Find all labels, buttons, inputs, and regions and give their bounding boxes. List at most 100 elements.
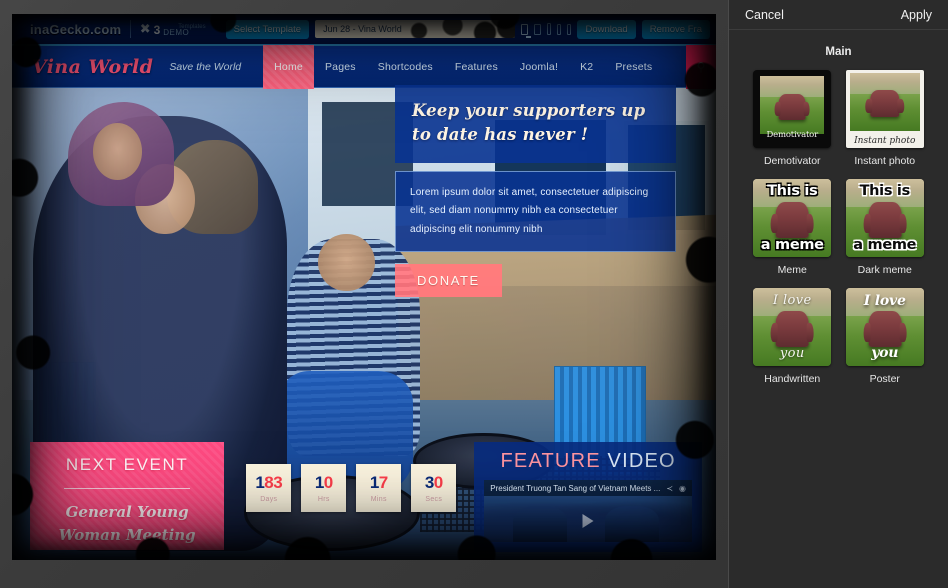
armchair xyxy=(863,202,907,239)
effect-label: Demotivator xyxy=(763,155,821,167)
effect-label: Dark meme xyxy=(857,264,912,276)
effect-preview-caption-top: This is xyxy=(859,182,911,199)
feature-video-title: FEATURE VIDEO xyxy=(484,450,692,473)
phone-portrait-view-icon[interactable] xyxy=(567,23,572,35)
effect-thumbnail[interactable]: I love you xyxy=(753,288,832,366)
divider xyxy=(64,488,191,489)
countdown-days-value: 183 xyxy=(255,472,283,492)
photo-content: inaGecko.com ✖ 3 DEMO Templates Select T… xyxy=(12,14,716,560)
effect-preview-caption-bottom: you xyxy=(871,345,899,362)
next-event-panel: NEXT EVENT General Young Woman Meeting xyxy=(30,442,225,550)
menu-item-features[interactable]: Features xyxy=(444,45,509,89)
site-navigation: Vina World Save the World Home Pages Sho… xyxy=(12,44,716,89)
effect-item-meme[interactable]: This is a meme Meme xyxy=(751,179,834,276)
section-title: Main xyxy=(825,46,852,58)
video-title-bar: President Truong Tan Sang of Vietnam Mee… xyxy=(484,480,692,496)
thumbnail-image xyxy=(849,73,920,131)
joomla-demo-toolbar: inaGecko.com ✖ 3 DEMO Templates Select T… xyxy=(12,14,716,44)
countdown-hours-label: Hrs xyxy=(317,495,330,503)
desktop-view-icon[interactable] xyxy=(521,23,531,38)
hero-body-text: Lorem ipsum dolor sit amet, consectetuer… xyxy=(395,170,676,253)
bottom-strip: NEXT EVENT General Young Woman Meeting 1… xyxy=(12,442,716,560)
countdown-minutes-label: Mins xyxy=(370,495,387,503)
person-right xyxy=(604,506,659,542)
effect-item-instant-photo[interactable]: Instant photo Instant photo xyxy=(844,70,927,167)
effect-item-demotivator[interactable]: Demotivator Demotivator xyxy=(751,70,834,167)
remove-frame-button[interactable]: Remove Fra xyxy=(641,19,710,39)
demo-logo: inaGecko.com xyxy=(30,21,122,37)
countdown-hours-value: 10 xyxy=(314,472,333,492)
site-tagline: Save the World xyxy=(169,60,242,73)
child-face xyxy=(92,123,143,181)
hero-copy-block: Keep your supporters up to date has neve… xyxy=(395,85,676,298)
feature-video-panel: FEATURE VIDEO President Truong Tan Sang … xyxy=(474,442,702,552)
effect-item-poster[interactable]: I love you Poster xyxy=(844,288,927,385)
feature-video-title-a: FEATURE xyxy=(500,450,601,472)
effect-item-handwritten[interactable]: I love you Handwritten xyxy=(751,288,834,385)
effect-preview-caption-top: I love xyxy=(863,292,906,309)
seated-man-face xyxy=(318,234,375,291)
video-player[interactable]: President Truong Tan Sang of Vietnam Mee… xyxy=(484,480,692,542)
effect-preview-caption-top: This is xyxy=(767,182,818,199)
effect-label: Poster xyxy=(869,373,900,385)
editor-canvas: inaGecko.com ✖ 3 DEMO Templates Select T… xyxy=(0,0,728,588)
play-icon[interactable] xyxy=(582,514,594,529)
video-title: President Truong Tan Sang of Vietnam Mee… xyxy=(490,483,661,493)
countdown-minutes: 17 Mins xyxy=(356,464,402,512)
countdown-seconds-value: 30 xyxy=(424,472,443,492)
effect-thumbnail[interactable]: I love you xyxy=(845,288,924,366)
armchair xyxy=(770,202,814,239)
countdown-days-label: Days xyxy=(260,495,278,503)
site-brand[interactable]: Vina World xyxy=(32,56,153,78)
templates-badge: ✖ 3 DEMO Templates xyxy=(140,21,220,37)
menu-item-joomla[interactable]: Joomla! xyxy=(509,45,569,89)
effect-label: Meme xyxy=(777,264,807,276)
effect-item-dark-meme[interactable]: This is a meme Dark meme xyxy=(844,179,927,276)
next-event-title: NEXT EVENT xyxy=(65,455,189,474)
menu-item-pages[interactable]: Pages xyxy=(314,45,367,89)
watch-later-icon[interactable]: ◉ xyxy=(679,484,686,493)
effect-label: Handwritten xyxy=(764,373,821,385)
armchair xyxy=(863,311,907,348)
effect-thumbnail[interactable]: Instant photo xyxy=(845,70,924,148)
effect-thumbnail[interactable]: This is a meme xyxy=(845,179,924,257)
effect-preview-caption-bottom: you xyxy=(779,345,805,361)
countdown-hours: 10 Hrs xyxy=(301,464,347,512)
feature-video-title-b: VIDEO xyxy=(607,450,676,472)
apply-button[interactable]: Apply xyxy=(901,8,932,22)
search-icon[interactable]: ⚲ xyxy=(686,44,716,89)
cancel-button[interactable]: Cancel xyxy=(745,8,784,22)
person-left xyxy=(513,506,568,542)
templates-icon: ✖ xyxy=(139,21,151,36)
select-template-button[interactable]: Select Template xyxy=(225,19,310,39)
menu-item-home[interactable]: Home xyxy=(263,44,314,89)
armchair xyxy=(774,93,810,121)
effect-thumbnail[interactable]: Demotivator xyxy=(753,70,832,148)
countdown-seconds-label: Secs xyxy=(425,495,443,503)
phone-view-icon[interactable] xyxy=(557,23,562,35)
menu-item-presets[interactable]: Presets xyxy=(604,45,663,89)
effects-sidebar: Cancel Apply Main Demotivator Demotivato… xyxy=(728,0,948,588)
share-icon[interactable]: ≺ xyxy=(666,484,673,493)
armchair xyxy=(770,311,814,348)
edited-photo[interactable]: inaGecko.com ✖ 3 DEMO Templates Select T… xyxy=(12,14,716,560)
menu-item-shortcodes[interactable]: Shortcodes xyxy=(367,45,444,89)
templates-label: Templates xyxy=(178,24,206,30)
next-event-subtitle: General Young Woman Meeting xyxy=(58,503,196,545)
effect-preview-caption-bottom: a meme xyxy=(760,236,824,253)
countdown-timer: 183 Days 10 Hrs 17 Mins 30 Secs xyxy=(224,442,457,560)
template-dropdown[interactable]: Jun 28 - Vina World xyxy=(315,20,516,38)
tablet-portrait-view-icon[interactable] xyxy=(546,23,552,35)
tablet-view-icon[interactable] xyxy=(533,23,541,35)
hero-headline: Keep your supporters up to date has neve… xyxy=(395,85,676,163)
menu-item-k2[interactable]: K2 xyxy=(569,45,604,89)
donate-button[interactable]: DONATE xyxy=(395,264,502,298)
effect-preview-caption-bottom: a meme xyxy=(853,236,917,253)
countdown-days: 183 Days xyxy=(246,464,292,512)
effect-thumbnail[interactable]: This is a meme xyxy=(753,179,832,257)
thumbnail-image xyxy=(760,76,825,134)
download-button[interactable]: Download xyxy=(577,19,636,39)
templates-count: 3 xyxy=(153,23,161,37)
main-menu: Home Pages Shortcodes Features Joomla! K… xyxy=(263,44,663,89)
effect-preview-caption: Demotivator xyxy=(766,130,819,141)
